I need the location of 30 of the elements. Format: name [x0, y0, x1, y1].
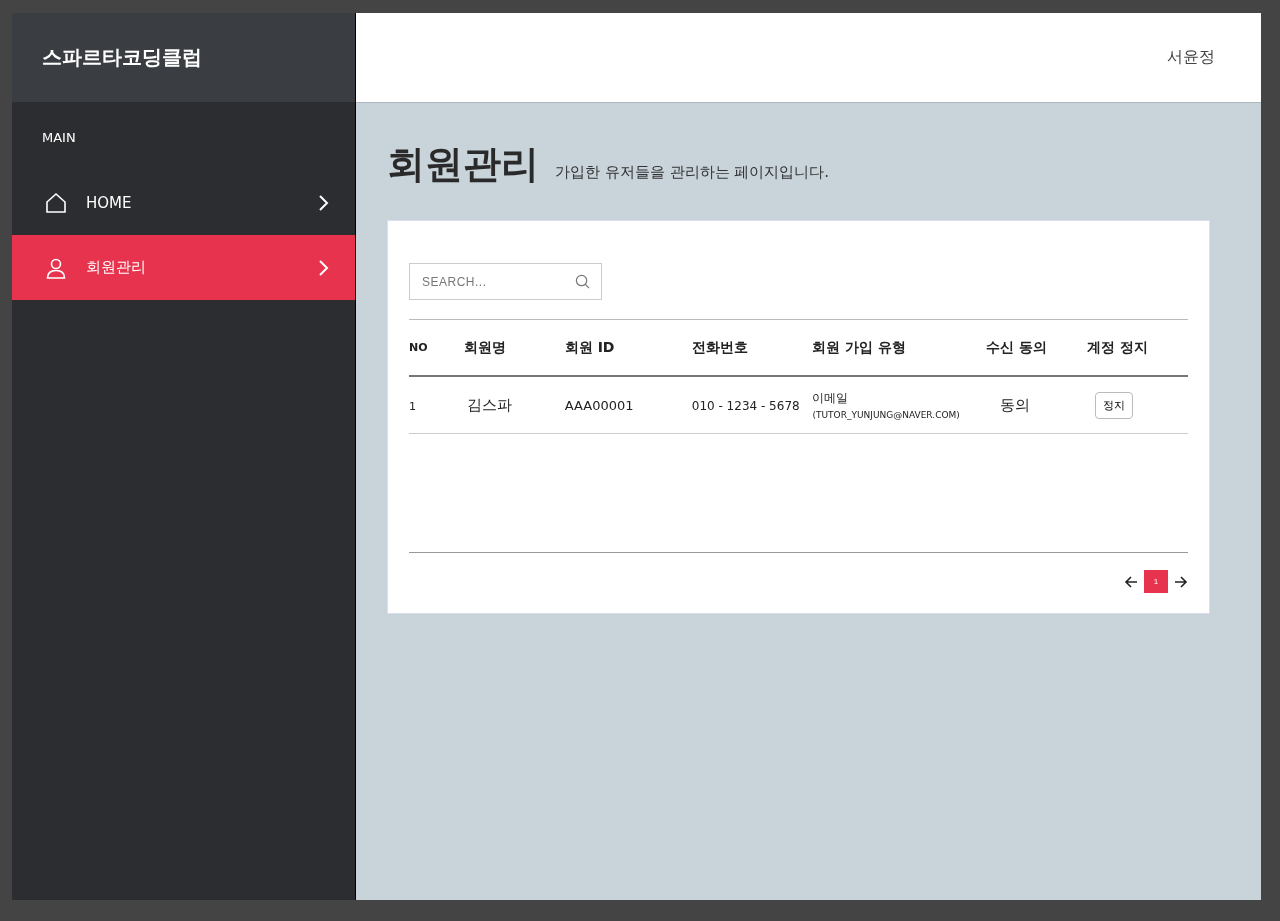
table-cell: AAA00001: [564, 397, 634, 413]
column-header: 전화번호: [691, 338, 748, 355]
email-text: (TUTOR_YUNJUNG@NAVER.COM): [812, 410, 961, 420]
search-icon: [575, 274, 590, 289]
table-cell: 김스파: [466, 395, 512, 414]
column-header: 회원 ID: [564, 338, 615, 355]
search-field[interactable]: SEARCH...: [409, 263, 602, 300]
brand-title: 스파르타코딩클럽: [12, 13, 355, 102]
column-header: 회원명: [463, 338, 506, 355]
column-header: 계정 정지: [1087, 338, 1149, 355]
chevron-right-icon: [317, 193, 329, 212]
arrow-left-icon[interactable]: [1124, 574, 1138, 589]
user-name[interactable]: 서윤정: [1167, 47, 1215, 68]
sidebar-item[interactable]: HOME: [12, 170, 355, 235]
table-cell-text: 이메일: [812, 390, 850, 407]
column-header: 수신 동의: [986, 338, 1048, 355]
page-subtitle: 가입한 유저들을 관리하는 페이지입니다.: [555, 163, 830, 182]
table-cell: 1: [409, 399, 416, 413]
arrow-right-icon[interactable]: [1174, 574, 1188, 589]
section-label: MAIN: [42, 130, 76, 145]
home-icon: [44, 190, 68, 215]
table-cell: 동의: [1000, 395, 1031, 414]
chevron-right-icon: [317, 258, 329, 277]
page-button[interactable]: 1: [1144, 570, 1168, 593]
suspend-button[interactable]: 정지: [1095, 391, 1134, 419]
column-header: 회원 가입 유형: [812, 338, 907, 355]
sidebar-item[interactable]: 회원관리: [12, 235, 355, 300]
page-title: 회원관리: [387, 141, 539, 188]
table-cell: 010 - 1234 - 5678: [691, 398, 800, 413]
column-header: NO: [409, 341, 428, 354]
